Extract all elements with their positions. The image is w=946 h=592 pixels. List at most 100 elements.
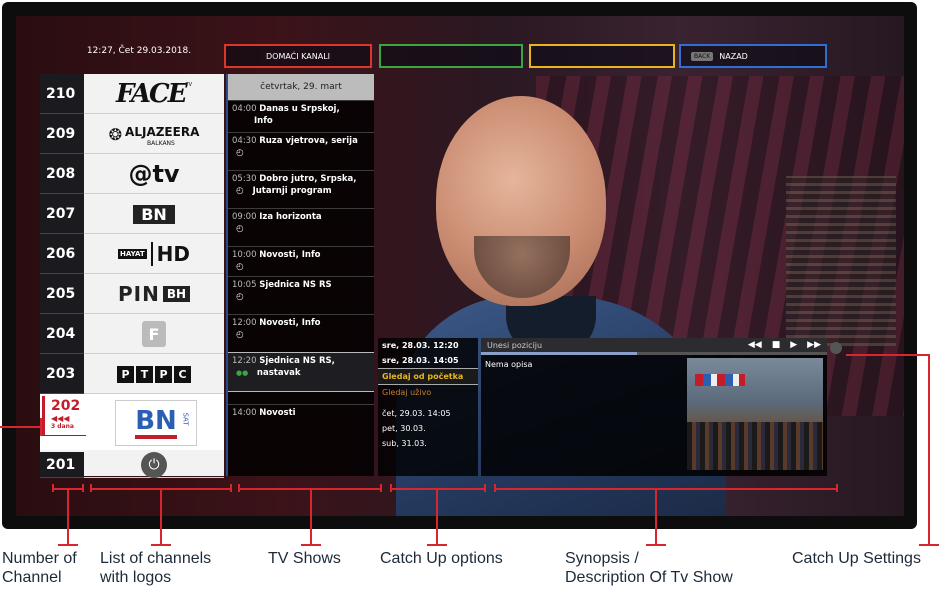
date-time: 12:27, Čet 29.03.2018.: [86, 46, 192, 56]
annotation-synopsis-line2: Description Of Tv Show: [565, 569, 733, 586]
program-date: četvrtak, 29. mart: [228, 74, 374, 100]
annotation-synopsis: Synopsis / Description Of Tv Show: [565, 549, 733, 587]
domestic-channels-label: DOMAĆI KANALI: [265, 51, 331, 61]
annotation-line: [836, 484, 838, 492]
rewind-icon[interactable]: ◀◀: [748, 340, 762, 350]
channel-row-206[interactable]: 206 HAYAT HD: [40, 234, 224, 274]
catchup-clock-icon: ◴: [236, 148, 244, 158]
power-icon: ⏻: [141, 452, 167, 478]
tv-frame: 12:27, Čet 29.03.2018. DOMAĆI KANALI BAC…: [2, 2, 917, 529]
playback-progress[interactable]: [481, 352, 827, 355]
hayat-hd-logo: HAYAT HD: [90, 238, 218, 270]
background-skyline: [786, 176, 896, 346]
channel-row-209[interactable]: 209 ❂ ALJAZEERA BALKANS: [40, 114, 224, 154]
channel-number: 206: [40, 234, 84, 274]
program-time: 12:20: [232, 356, 257, 366]
green-button[interactable]: [379, 44, 523, 68]
program-item[interactable]: 10:00 Novosti, Info ◴: [228, 246, 374, 275]
catchup-option[interactable]: sre, 28.03. 14:05: [378, 353, 478, 368]
annotation-catch-up-settings: Catch Up Settings: [792, 549, 921, 568]
stop-icon[interactable]: ■: [772, 340, 781, 350]
annotation-tv-shows: TV Shows: [268, 549, 341, 568]
program-time: 04:00: [232, 104, 257, 114]
annotation-line: [494, 484, 496, 492]
pin-logo-bh: BH: [162, 286, 191, 302]
annotation-line: [494, 488, 838, 490]
program-title: Danas u Srpskoj,: [259, 104, 340, 114]
annotation-list-line1: List of channels: [100, 550, 212, 567]
channel-row-202-selected[interactable]: 202 ◀◀◀ 3 dana BN SAT: [40, 394, 224, 450]
program-item-selected[interactable]: 12:20 Sjednica NS RS, ●● nastavak: [228, 352, 374, 392]
channel-number: 209: [40, 114, 84, 154]
program-title: Iza horizonta: [259, 212, 322, 222]
watch-live-option[interactable]: Gledaj uživo: [378, 385, 478, 400]
channel-row-204[interactable]: 204 F: [40, 314, 224, 354]
annotation-line: [655, 488, 657, 546]
channel-row-201[interactable]: 201 ⏻: [40, 452, 224, 478]
program-title-2: Info: [254, 116, 273, 126]
annotation-line: [0, 426, 40, 428]
annotation-line: [160, 488, 162, 546]
back-button-label: NAZAD: [719, 51, 748, 61]
settings-indicator: [830, 342, 842, 354]
program-item[interactable]: 10:05 Sjednica NS RS ◴: [228, 276, 374, 305]
program-time: 10:00: [232, 250, 257, 260]
f-logo-text: F: [142, 321, 166, 347]
program-item[interactable]: 09:00 Iza horizonta ◴: [228, 208, 374, 237]
back-button[interactable]: BACK NAZAD: [679, 44, 827, 68]
channel-row-203[interactable]: 203 P T P C: [40, 354, 224, 394]
bn-logo-text: BN: [133, 204, 175, 224]
annotation-line: [151, 544, 171, 546]
program-time: 05:30: [232, 174, 257, 184]
catchup-option[interactable]: sub, 31.03.: [378, 436, 478, 451]
play-icon[interactable]: ▶: [790, 340, 797, 350]
annotation-number-line1: Number of: [2, 550, 77, 567]
channel-row-208[interactable]: 208 @tv: [40, 154, 224, 194]
annotation-line: [390, 488, 486, 490]
program-item[interactable]: 04:30 Ruza vjetrova, serija ◴: [228, 132, 374, 161]
channel-row-205[interactable]: 205 PIN BH: [40, 274, 224, 314]
catchup-option[interactable]: sre, 28.03. 12:20: [378, 338, 478, 353]
channel-row-210[interactable]: 210 FACE TV: [40, 74, 224, 114]
domestic-channels-button[interactable]: DOMAĆI KANALI: [224, 44, 372, 68]
program-item[interactable]: 05:30 Dobro jutro, Srpska, ◴ Jutarnji pr…: [228, 170, 374, 199]
annotation-synopsis-line1: Synopsis /: [565, 550, 639, 567]
watch-from-start-option[interactable]: Gledaj od početka: [378, 368, 478, 385]
bn-logo: BN: [90, 198, 218, 230]
yellow-button[interactable]: [529, 44, 675, 68]
catchup-option[interactable]: pet, 30.03.: [378, 421, 478, 436]
face-logo-sup: TV: [185, 82, 193, 88]
thumbnail-flags: [695, 374, 745, 386]
program-title: Sjednica NS RS,: [259, 356, 335, 366]
program-item[interactable]: 12:00 Novosti, Info ◴: [228, 314, 374, 343]
catchup-clock-icon: ◴: [236, 262, 244, 272]
back-key-icon: BACK: [691, 51, 714, 61]
annotation-number-line2: Channel: [2, 569, 62, 586]
channel-row-207[interactable]: 207 BN: [40, 194, 224, 234]
catchup-settings-bar: Unesi poziciju ◀◀ ■ ▶ ▶▶: [481, 338, 827, 352]
program-item[interactable]: 14:00 Novosti: [228, 404, 374, 421]
pin-logo-text: PIN: [117, 282, 160, 306]
pin-bh-logo: PIN BH: [90, 278, 218, 310]
program-title: Sjednica NS RS: [259, 280, 332, 290]
program-title: Novosti, Info: [259, 250, 321, 260]
atv-logo: @tv: [90, 158, 218, 190]
channel-number: 208: [40, 154, 84, 194]
program-item[interactable]: 04:00 Danas u Srpskoj, Info: [228, 100, 374, 129]
annotation-line: [427, 544, 447, 546]
rtrs-letter-1: P: [117, 365, 134, 383]
position-input[interactable]: Unesi poziciju: [487, 341, 542, 350]
channel-number: 210: [40, 74, 84, 114]
show-description: Nema opisa: [485, 360, 533, 369]
fast-forward-icon[interactable]: ▶▶: [807, 340, 821, 350]
channel-number: 204: [40, 314, 84, 354]
catchup-option[interactable]: čet, 29.03. 14:05: [378, 406, 478, 421]
program-time: 10:05: [232, 280, 257, 290]
annotation-line: [90, 484, 92, 492]
annotation-line: [82, 484, 84, 492]
catchup-rewind-icon: ◀◀◀: [51, 414, 70, 423]
catchup-clock-icon: ◴: [236, 224, 244, 234]
annotation-line: [919, 544, 939, 546]
channel-number: 207: [40, 194, 84, 234]
bn-sat-logo: BN SAT: [92, 400, 220, 446]
